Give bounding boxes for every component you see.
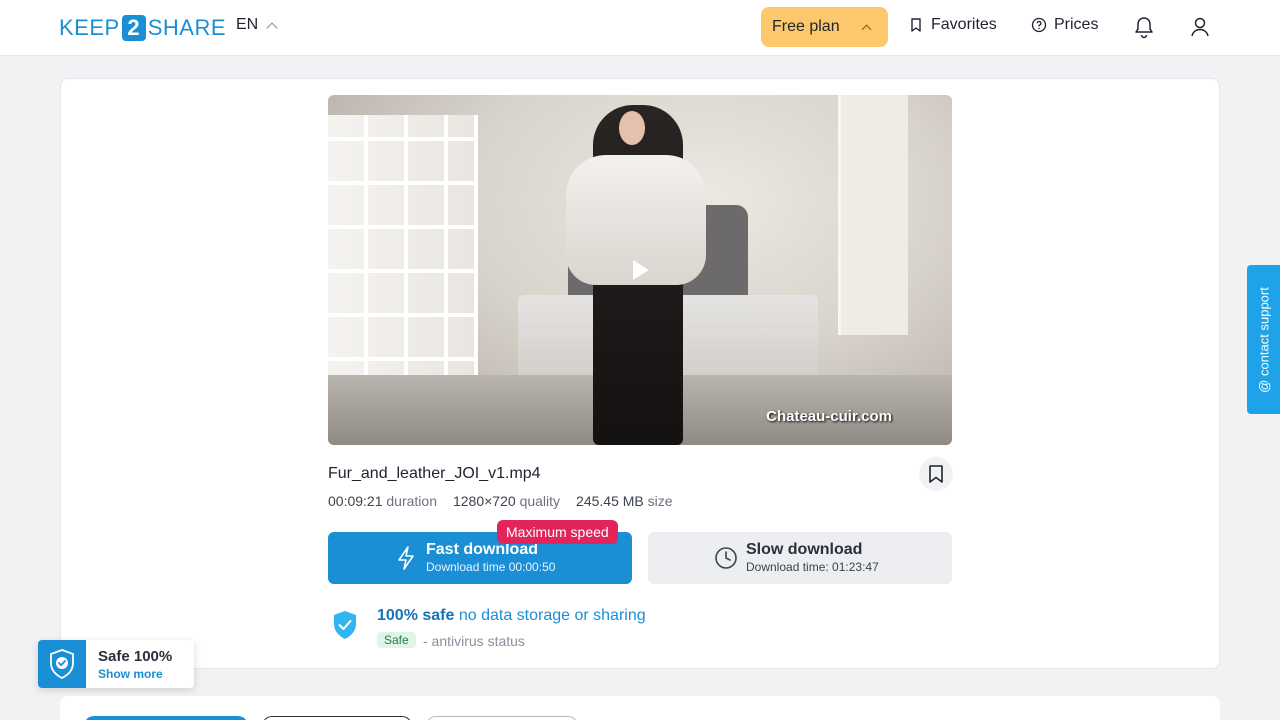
safety-title-bold: 100% safe bbox=[377, 607, 455, 624]
shield-check-icon bbox=[50, 649, 74, 680]
safe-widget-icon-area bbox=[38, 640, 86, 688]
quality-value: 1280×720 bbox=[452, 493, 516, 509]
slow-download-title: Slow download bbox=[746, 541, 863, 558]
lower-tab-active[interactable] bbox=[84, 716, 248, 720]
free-plan-button[interactable]: Free plan bbox=[761, 7, 888, 47]
language-selector[interactable]: EN bbox=[236, 16, 278, 34]
clock-icon bbox=[715, 547, 737, 569]
duration-info: 00:09:21 duration bbox=[328, 493, 437, 509]
keep2share-logo[interactable]: KEEP 2 SHARE bbox=[59, 14, 226, 42]
video-scene-face bbox=[619, 111, 645, 145]
logo-text-keep: KEEP bbox=[59, 15, 120, 40]
contact-support-label: @ contact support bbox=[1256, 286, 1271, 393]
safety-title-rest: no data storage or sharing bbox=[458, 607, 646, 624]
file-name: Fur_and_leather_JOI_v1.mp4 bbox=[328, 465, 541, 482]
language-label: EN bbox=[236, 16, 259, 33]
antivirus-safe-badge: Safe bbox=[377, 632, 416, 648]
maximum-speed-badge: Maximum speed bbox=[497, 520, 618, 544]
prices-label: Prices bbox=[1054, 16, 1099, 33]
contact-support-tab[interactable]: @ contact support bbox=[1247, 265, 1280, 414]
slow-download-time: Download time: 01:23:47 bbox=[746, 560, 879, 574]
chevron-up-icon bbox=[861, 24, 872, 35]
safe-widget[interactable]: Safe 100% Show more bbox=[38, 640, 194, 688]
logo-text-share: SHARE bbox=[147, 15, 226, 40]
duration-label: duration bbox=[386, 493, 437, 509]
free-plan-label: Free plan bbox=[772, 18, 840, 35]
question-circle-icon bbox=[1031, 17, 1047, 33]
logo-text-2: 2 bbox=[121, 15, 146, 41]
duration-value: 00:09:21 bbox=[328, 493, 383, 509]
slow-download-button[interactable]: Slow download Download time: 01:23:47 bbox=[648, 532, 952, 584]
shield-check-icon bbox=[334, 611, 356, 639]
lower-tab-third[interactable] bbox=[426, 716, 578, 720]
quality-label: quality bbox=[519, 493, 561, 509]
top-header: KEEP 2 SHARE EN Free plan Favorites Pric… bbox=[0, 0, 1280, 56]
bookmark-icon bbox=[929, 465, 943, 483]
video-scene-door bbox=[838, 95, 908, 335]
favorites-label: Favorites bbox=[931, 16, 997, 33]
file-metadata: 00:09:21 duration 1280×720 quality 245.4… bbox=[328, 493, 673, 509]
safety-title: 100% safe no data storage or sharing bbox=[377, 607, 646, 625]
chevron-up-icon bbox=[266, 21, 278, 34]
prices-link[interactable]: Prices bbox=[1031, 16, 1098, 34]
video-watermark: Chateau-cuir.com bbox=[766, 408, 892, 425]
user-icon[interactable] bbox=[1189, 15, 1211, 39]
bookmark-icon bbox=[911, 18, 921, 32]
size-info: 245.45 MB size bbox=[576, 493, 673, 509]
video-preview[interactable]: Chateau-cuir.com bbox=[328, 95, 952, 445]
lower-tab-second[interactable] bbox=[262, 716, 412, 720]
antivirus-status-text: - antivirus status bbox=[423, 633, 525, 649]
safe-widget-title: Safe 100% bbox=[98, 648, 173, 665]
show-more-link[interactable]: Show more bbox=[98, 667, 163, 681]
favorites-link[interactable]: Favorites bbox=[908, 16, 997, 34]
add-to-favorites-button[interactable] bbox=[919, 457, 953, 491]
bell-icon[interactable] bbox=[1133, 15, 1155, 39]
play-icon[interactable] bbox=[633, 260, 649, 280]
lightning-icon bbox=[398, 546, 414, 570]
size-label: size bbox=[647, 493, 673, 509]
fast-download-time: Download time 00:00:50 bbox=[426, 560, 556, 574]
size-value: 245.45 MB bbox=[576, 493, 644, 509]
quality-info: 1280×720 quality bbox=[453, 493, 560, 509]
